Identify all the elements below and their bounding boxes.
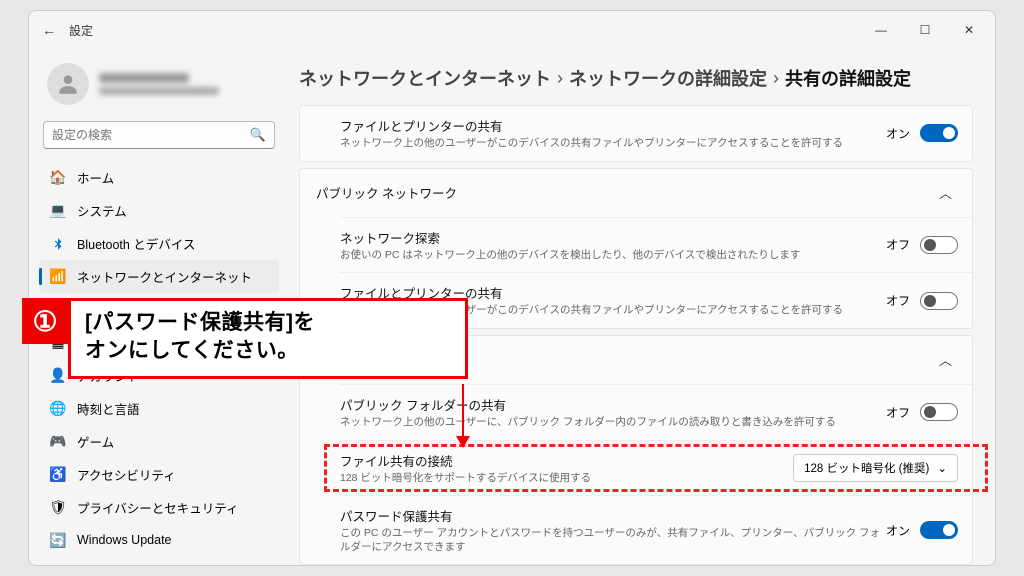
sidebar-item-label: Windows Update — [77, 533, 172, 547]
annotation-text: [パスワード保護共有]を オンにしてください。 — [68, 298, 468, 379]
profile-name-blurred — [99, 73, 219, 95]
user-profile[interactable] — [39, 57, 279, 117]
row-network-discovery-public: ネットワーク探索 お使いの PC はネットワーク上の他のデバイスを検出したり、他… — [300, 218, 972, 273]
bluetooth-icon — [49, 235, 67, 253]
maximize-button[interactable]: ☐ — [903, 15, 947, 45]
dropdown-encryption[interactable]: 128 ビット暗号化 (推奨) ⌄ — [793, 454, 958, 482]
toggle-network-discovery-public[interactable] — [920, 236, 958, 254]
sidebar-item-label: ゲーム — [77, 432, 114, 451]
row-file-sharing-connection: ファイル共有の接続 128 ビット暗号化をサポートするデバイスに使用する 128… — [300, 441, 972, 496]
privacy-icon: 🛡 — [49, 499, 67, 517]
annotation-callout: ① [パスワード保護共有]を オンにしてください。 — [22, 298, 468, 379]
home-icon: 🏠 — [49, 169, 67, 187]
sidebar-item-bluetooth[interactable]: Bluetooth とデバイス — [39, 227, 279, 260]
sidebar-item-game[interactable]: 🎮 ゲーム — [39, 425, 279, 458]
chevron-up-icon: ︿ — [933, 183, 958, 202]
update-icon: 🔄 — [49, 531, 67, 549]
avatar — [47, 63, 89, 105]
panel-top: ファイルとプリンターの共有 ネットワーク上の他のユーザーがこのデバイスの共有ファ… — [299, 105, 973, 162]
row-file-printer-sharing-private: ファイルとプリンターの共有 ネットワーク上の他のユーザーがこのデバイスの共有ファ… — [300, 106, 972, 161]
breadcrumb-advanced[interactable]: ネットワークの詳細設定 — [569, 65, 767, 91]
sidebar-item-label: 時刻と言語 — [77, 399, 140, 418]
search-icon: 🔍 — [250, 127, 266, 143]
annotation-arrow — [456, 384, 470, 448]
titlebar: ← 設定 — ☐ ✕ — [29, 11, 995, 49]
sidebar-item-label: Bluetooth とデバイス — [77, 234, 195, 253]
sidebar-item-privacy[interactable]: 🛡 プライバシーとセキュリティ — [39, 491, 279, 524]
breadcrumb-network[interactable]: ネットワークとインターネット — [299, 65, 551, 91]
sidebar-item-label: ホーム — [77, 168, 114, 187]
chevron-down-icon: ⌄ — [937, 461, 947, 475]
breadcrumb-leaf: 共有の詳細設定 — [785, 65, 911, 91]
close-button[interactable]: ✕ — [947, 15, 991, 45]
toggle-public-folder-sharing[interactable] — [920, 403, 958, 421]
row-password-protected-sharing: パスワード保護共有 この PC のユーザー アカウントとパスワードを持つユーザー… — [300, 496, 972, 564]
search-input[interactable] — [52, 128, 250, 142]
breadcrumb: ネットワークとインターネット › ネットワークの詳細設定 › 共有の詳細設定 — [299, 57, 973, 105]
sidebar-item-access[interactable]: ♿ アクセシビリティ — [39, 458, 279, 491]
sidebar-item-label: ネットワークとインターネット — [77, 267, 252, 286]
toggle-file-printer-public[interactable] — [920, 292, 958, 310]
sidebar-item-network[interactable]: 📶 ネットワークとインターネット — [39, 260, 279, 293]
settings-window: ← 設定 — ☐ ✕ 🔍 🏠 ホーム 💻 システム Bluetooth とデバイス 📶 ネッ… — [28, 10, 996, 566]
annotation-step-badge: ① — [22, 298, 68, 344]
toggle-password-protected-sharing[interactable] — [920, 521, 958, 539]
access-icon: ♿ — [49, 466, 67, 484]
search-box[interactable]: 🔍 — [43, 121, 275, 149]
time-icon: 🌐 — [49, 400, 67, 418]
row-public-folder-sharing: パブリック フォルダーの共有 ネットワーク上の他のユーザーに、パブリック フォル… — [300, 385, 972, 440]
header-public-network[interactable]: パブリック ネットワーク ︿ — [300, 169, 972, 217]
sidebar-item-label: プライバシーとセキュリティ — [77, 498, 239, 517]
sidebar-item-home[interactable]: 🏠 ホーム — [39, 161, 279, 194]
network-icon: 📶 — [49, 268, 67, 286]
game-icon: 🎮 — [49, 433, 67, 451]
back-button[interactable]: ← — [33, 22, 65, 38]
sidebar-item-update[interactable]: 🔄 Windows Update — [39, 524, 279, 556]
sidebar-item-system[interactable]: 💻 システム — [39, 194, 279, 227]
sidebar-item-label: システム — [77, 201, 127, 220]
sidebar-item-label: アクセシビリティ — [77, 465, 176, 484]
window-title: 設定 — [69, 22, 93, 39]
toggle-file-printer-private[interactable] — [920, 124, 958, 142]
system-icon: 💻 — [49, 202, 67, 220]
minimize-button[interactable]: — — [859, 15, 903, 45]
chevron-up-icon: ︿ — [933, 350, 958, 369]
sidebar-item-time[interactable]: 🌐 時刻と言語 — [39, 392, 279, 425]
